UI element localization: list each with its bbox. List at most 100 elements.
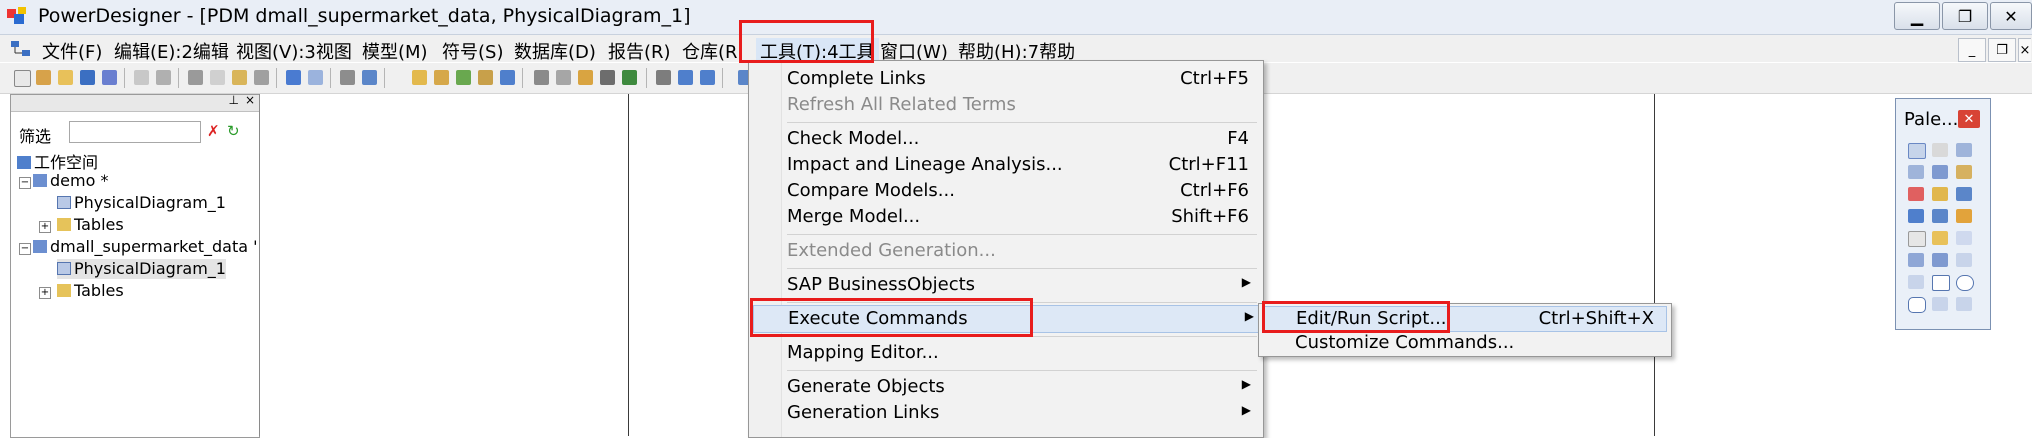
menu-item-merge-model[interactable]: Merge Model... Shift+F6 [787, 204, 1255, 230]
arc-icon[interactable] [1908, 275, 1924, 289]
filter-input[interactable] [69, 121, 201, 143]
refresh-icon[interactable]: ↻ [227, 122, 240, 140]
save-all-icon[interactable] [102, 70, 117, 85]
result-list-icon[interactable] [456, 70, 471, 85]
menu-item-compare-models[interactable]: Compare Models... Ctrl+F6 [787, 178, 1255, 204]
menu-report[interactable]: 报告(R) [608, 38, 671, 64]
refresh-icon[interactable] [362, 70, 377, 85]
new-project-icon[interactable] [36, 70, 51, 85]
pointer-icon[interactable] [1908, 143, 1926, 159]
grabber-icon[interactable] [1932, 143, 1948, 157]
tree-node-tables[interactable]: Tables [57, 215, 124, 235]
delete-icon[interactable] [254, 70, 269, 85]
print-preview-icon[interactable] [134, 70, 149, 85]
palette-close-button[interactable]: ✕ [1958, 110, 1980, 128]
note-icon[interactable] [1932, 231, 1948, 245]
arrow-right-icon[interactable] [700, 70, 715, 85]
menu-symbol[interactable]: 符号(S) [442, 38, 503, 64]
pen-icon[interactable] [578, 70, 593, 85]
reference-icon[interactable] [1932, 209, 1948, 223]
tree-node-dmall[interactable]: dmall_supermarket_data ' [33, 237, 258, 257]
menu-item-customize-commands[interactable]: Customize Commands... [1295, 331, 1655, 355]
zoom-out-icon[interactable] [1908, 165, 1924, 179]
file-icon[interactable] [1908, 231, 1926, 247]
new-icon[interactable] [14, 70, 31, 87]
menu-item-check-model[interactable]: Check Model... F4 [787, 126, 1255, 152]
arrow-left-icon[interactable] [678, 70, 693, 85]
menu-database[interactable]: 数据库(D) [514, 38, 596, 64]
title-icon[interactable] [1908, 253, 1924, 267]
properties-icon[interactable] [1956, 165, 1972, 179]
polygon-icon[interactable] [1956, 297, 1972, 311]
menu-item-complete-links[interactable]: Complete Links Ctrl+F5 [787, 66, 1255, 92]
collapse-icon[interactable]: − [19, 177, 31, 189]
browser-icon[interactable] [412, 70, 427, 85]
output-icon[interactable] [434, 70, 449, 85]
menu-item-label: Merge Model... [787, 206, 921, 227]
tree-node-diagram[interactable]: PhysicalDiagram_1 [57, 259, 226, 279]
ellipse-icon[interactable] [1956, 275, 1974, 291]
menu-item-extended-generation[interactable]: Extended Generation... [787, 238, 1255, 264]
menu-item-sap-businessobjects[interactable]: SAP BusinessObjects ▶ [787, 272, 1255, 298]
close-window-button[interactable]: ✕ [1990, 2, 2032, 30]
mdi-minimize-button[interactable]: _ [1958, 38, 1986, 62]
delete-icon[interactable] [1908, 187, 1924, 201]
menu-repository[interactable]: 仓库(R [682, 38, 738, 64]
open-icon[interactable] [58, 70, 73, 85]
restore-button[interactable]: ❐ [1942, 2, 1988, 30]
font-icon[interactable] [556, 70, 571, 85]
document-icon[interactable] [10, 40, 32, 58]
zoom-in-icon[interactable] [1956, 143, 1972, 157]
tree-node-diagram[interactable]: PhysicalDiagram_1 [57, 193, 226, 213]
fill-icon[interactable] [600, 70, 615, 85]
menu-item-mapping-editor[interactable]: Mapping Editor... [787, 340, 1255, 366]
menu-item-generation-links[interactable]: Generation Links ▶ [787, 400, 1255, 426]
menu-model[interactable]: 模型(M) [362, 38, 428, 64]
menu-item-impact-analysis[interactable]: Impact and Lineage Analysis... Ctrl+F11 [787, 152, 1255, 178]
expand-icon[interactable]: + [39, 287, 51, 299]
clear-filter-icon[interactable]: ✗ [207, 122, 220, 140]
tree-node-label: Tables [74, 215, 124, 234]
mdi-close-button[interactable]: × [2018, 38, 2031, 62]
format-icon[interactable] [534, 70, 549, 85]
table-icon[interactable] [1956, 187, 1972, 201]
minimize-button[interactable]: ▁ [1894, 2, 1940, 30]
text-icon[interactable] [1932, 253, 1948, 267]
copy-icon[interactable] [210, 70, 225, 85]
toolbar-separator [522, 68, 523, 88]
open-diagram-icon[interactable] [1932, 165, 1948, 179]
view-icon[interactable] [1908, 209, 1924, 223]
menu-file[interactable]: 文件(F) [42, 38, 102, 64]
powerdesigner-app-icon[interactable] [6, 6, 28, 26]
link-icon[interactable] [1956, 231, 1972, 245]
redo-icon[interactable] [308, 70, 323, 85]
undo-icon[interactable] [286, 70, 301, 85]
cut-icon[interactable] [188, 70, 203, 85]
tree-node-tables[interactable]: Tables [57, 281, 124, 301]
close-icon[interactable]: × [245, 93, 255, 107]
procedure-icon[interactable] [1956, 209, 1972, 223]
polyline-icon[interactable] [1932, 297, 1948, 311]
properties-icon[interactable] [340, 70, 355, 85]
save-icon[interactable] [80, 70, 95, 85]
paste-icon[interactable] [232, 70, 247, 85]
tree-node-workspace[interactable]: 工作空间 [17, 149, 98, 172]
rounded-rectangle-icon[interactable] [1908, 297, 1926, 313]
print-icon[interactable] [156, 70, 171, 85]
model-icon[interactable] [500, 70, 515, 85]
check-icon[interactable] [478, 70, 493, 85]
menu-item-refresh-terms[interactable]: Refresh All Related Terms [787, 92, 1255, 118]
collapse-icon[interactable]: − [19, 243, 31, 255]
mdi-restore-button[interactable]: ❐ [1988, 38, 2016, 62]
menu-item-generate-objects[interactable]: Generate Objects ▶ [787, 374, 1255, 400]
line-icon[interactable] [1956, 253, 1972, 267]
menu-view[interactable]: 视图(V):3视图 [236, 38, 352, 64]
text-color-icon[interactable] [622, 70, 637, 85]
expand-icon[interactable]: + [39, 221, 51, 233]
menu-edit[interactable]: 编辑(E):2编辑 [114, 38, 229, 64]
pin-icon[interactable]: ⊥ [229, 93, 239, 107]
tree-node-demo[interactable]: demo * [33, 171, 108, 191]
package-icon[interactable] [1932, 187, 1948, 201]
rectangle-icon[interactable] [1932, 275, 1950, 291]
align-icon[interactable] [656, 70, 671, 85]
